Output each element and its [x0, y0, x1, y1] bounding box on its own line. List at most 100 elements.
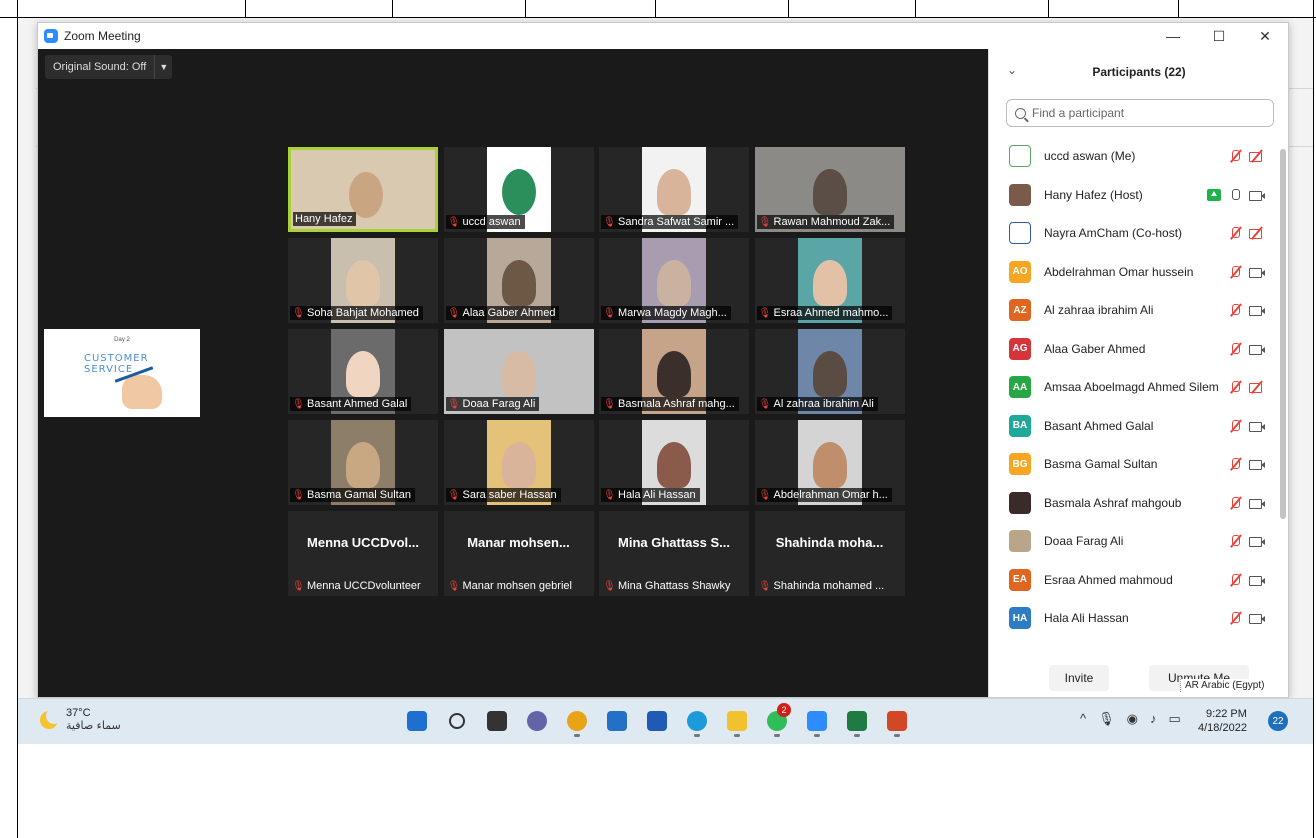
tile-name: Basant Ahmed Galal — [307, 398, 408, 410]
video-tile[interactable]: Manar mohsen... 🎙 Manar mohsen gebriel — [443, 511, 594, 596]
participant-row[interactable]: BG Basma Gamal Sultan — [989, 445, 1279, 484]
participant-status-icons — [1229, 368, 1265, 406]
participant-row[interactable]: EA Esraa Ahmed mahmoud — [989, 561, 1279, 600]
file-explorer-icon[interactable] — [725, 707, 749, 737]
mic-icon — [1229, 188, 1241, 202]
zoom-window: Zoom Meeting — ☐ ✕ Original Sound: Off ▼… — [37, 22, 1289, 698]
whatsapp-icon[interactable]: 2 — [765, 703, 791, 737]
participants-title: Participants (22) — [1092, 65, 1186, 79]
table-divider — [788, 0, 789, 18]
volume-icon[interactable]: ♪ — [1150, 711, 1157, 727]
video-tile[interactable]: 🎙 uccd aswan — [443, 147, 594, 232]
language-indicator[interactable]: AR Arabic (Egypt) — [1180, 679, 1269, 692]
participant-row[interactable]: Basmala Ashraf mahgoub — [989, 484, 1279, 523]
participant-name: Basma Gamal Sultan — [1044, 457, 1158, 472]
participant-figure — [501, 351, 536, 397]
unread-badge: 2 — [777, 703, 791, 717]
invite-button[interactable]: Invite — [1049, 665, 1109, 691]
video-tile[interactable]: Hany Hafez — [288, 147, 438, 232]
participant-status-icons — [1229, 407, 1265, 445]
tile-nameplate: 🎙 Mina Ghattass Shawky — [601, 579, 735, 593]
weather-widget[interactable]: 37°C سماء صافية — [40, 707, 121, 732]
video-tile[interactable]: 🎙 Sandra Safwat Samir ... — [599, 147, 749, 232]
video-tile[interactable]: 🎙 Marwa Magdy Magh... — [599, 238, 749, 323]
video-tile[interactable]: 🎙 Soha Bahjat Mohamed — [288, 238, 438, 323]
powerpoint-icon-glyph — [887, 711, 907, 731]
excel-icon[interactable] — [845, 707, 869, 737]
video-tile[interactable]: 🎙 Hala Ali Hassan — [599, 420, 749, 505]
task-view-icon[interactable] — [485, 707, 509, 735]
maximize-button[interactable]: ☐ — [1196, 23, 1242, 49]
video-tile[interactable]: 🎙 Basmala Ashraf mahg... — [599, 329, 749, 414]
participant-row[interactable]: AZ Al zahraa ibrahim Ali — [989, 291, 1279, 330]
participant-row[interactable]: BA Basant Ahmed Galal — [989, 407, 1279, 446]
chevron-down-icon[interactable]: ▼ — [154, 55, 172, 79]
mic-muted-icon: 🎙 — [292, 398, 305, 410]
participant-search-input[interactable]: Find a participant — [1006, 99, 1274, 127]
video-tile[interactable]: 🎙 Al zahraa ibrahim Ali — [754, 329, 905, 414]
video-tile[interactable]: Mina Ghattass S... 🎙 Mina Ghattass Shawky — [599, 511, 749, 596]
screen-share-icon — [1207, 188, 1221, 201]
participant-row[interactable]: HA Hala Ali Hassan — [989, 599, 1279, 638]
notification-badge[interactable]: 22 — [1268, 711, 1288, 731]
video-tile[interactable]: 🎙 Esraa Ahmed mahmo... — [754, 238, 905, 323]
tile-nameplate: 🎙 Soha Bahjat Mohamed — [290, 306, 423, 320]
chrome-icon[interactable] — [565, 707, 589, 737]
video-tile[interactable]: 🎙 Basma Gamal Sultan — [288, 420, 438, 505]
video-tile[interactable]: 🎙 Rawan Mahmoud Zak... — [754, 147, 905, 232]
video-tile[interactable]: Shahinda moha... 🎙 Shahinda mohamed ... — [754, 511, 905, 596]
edge-icon-glyph — [687, 711, 707, 731]
tile-nameplate: 🎙 Doaa Farag Ali — [445, 397, 540, 411]
mail-icon[interactable] — [645, 707, 669, 735]
running-indicator — [694, 734, 700, 737]
tile-nameplate: 🎙 Alaa Gaber Ahmed — [445, 306, 560, 320]
table-divider — [915, 0, 916, 18]
start-icon[interactable] — [405, 707, 429, 735]
participant-status-icons — [1207, 176, 1265, 214]
participant-row[interactable]: AO Abdelrahman Omar hussein — [989, 253, 1279, 292]
participant-scrollbar[interactable] — [1280, 149, 1286, 519]
camera-icon — [1249, 343, 1265, 355]
tile-nameplate: 🎙 Basant Ahmed Galal — [290, 397, 412, 411]
table-divider — [655, 0, 656, 18]
search-icon[interactable] — [445, 707, 469, 735]
powerpoint-icon[interactable] — [885, 707, 909, 737]
running-indicator — [854, 734, 860, 737]
microphone-icon[interactable]: 🎙 — [1098, 711, 1115, 727]
participant-row[interactable]: uccd aswan (Me) — [989, 137, 1279, 176]
clock[interactable]: 9:22 PM 4/18/2022 — [1198, 707, 1247, 735]
participant-avatar: BA — [1009, 414, 1031, 437]
original-sound-button[interactable]: Original Sound: Off ▼ — [45, 55, 173, 79]
participant-row[interactable]: AG Alaa Gaber Ahmed — [989, 330, 1279, 369]
participant-status-icons — [1229, 561, 1265, 599]
mic-muted-icon — [1229, 149, 1241, 163]
video-tile[interactable]: 🎙 Sara saber Hassan — [443, 420, 594, 505]
participant-status-icons — [1229, 445, 1265, 483]
store-icon[interactable] — [605, 707, 629, 735]
shared-screen-thumbnail[interactable]: Day 2 CUSTOMER SERVICE — [44, 329, 200, 417]
participant-row[interactable]: Nayra AmCham (Co-host) — [989, 214, 1279, 253]
mic-muted-icon: 🎙 — [758, 580, 772, 592]
participant-row[interactable]: Hany Hafez (Host) — [989, 176, 1279, 215]
video-tile[interactable]: 🎙 Abdelrahman Omar h... — [754, 420, 905, 505]
mail-icon-glyph — [647, 711, 667, 731]
video-tile[interactable]: 🎙 Doaa Farag Ali — [443, 329, 594, 414]
close-button[interactable]: ✕ — [1242, 23, 1288, 49]
chevron-up-icon[interactable]: ^ — [1080, 711, 1086, 727]
chat-icon[interactable] — [525, 707, 549, 735]
edge-icon[interactable] — [685, 707, 709, 737]
mic-muted-icon: 🎙 — [603, 489, 616, 501]
zoom-icon[interactable] — [805, 707, 829, 737]
video-tile[interactable]: 🎙 Basant Ahmed Galal — [288, 329, 438, 414]
participant-status-icons — [1229, 330, 1265, 368]
participant-row[interactable]: Doaa Farag Ali — [989, 522, 1279, 561]
video-tile[interactable]: Menna UCCDvol... 🎙 Menna UCCDvolunteer — [288, 511, 438, 596]
participant-row[interactable]: AA Amsaa Aboelmagd Ahmed Silem — [989, 368, 1279, 407]
video-tile[interactable]: 🎙 Alaa Gaber Ahmed — [443, 238, 594, 323]
minimize-button[interactable]: — — [1150, 23, 1196, 49]
participant-status-icons — [1229, 291, 1265, 329]
document-table-top — [0, 0, 1316, 18]
wifi-icon[interactable]: ◉ — [1127, 711, 1138, 727]
weather-condition: سماء صافية — [66, 719, 121, 732]
battery-icon[interactable]: ▭ — [1168, 711, 1180, 727]
